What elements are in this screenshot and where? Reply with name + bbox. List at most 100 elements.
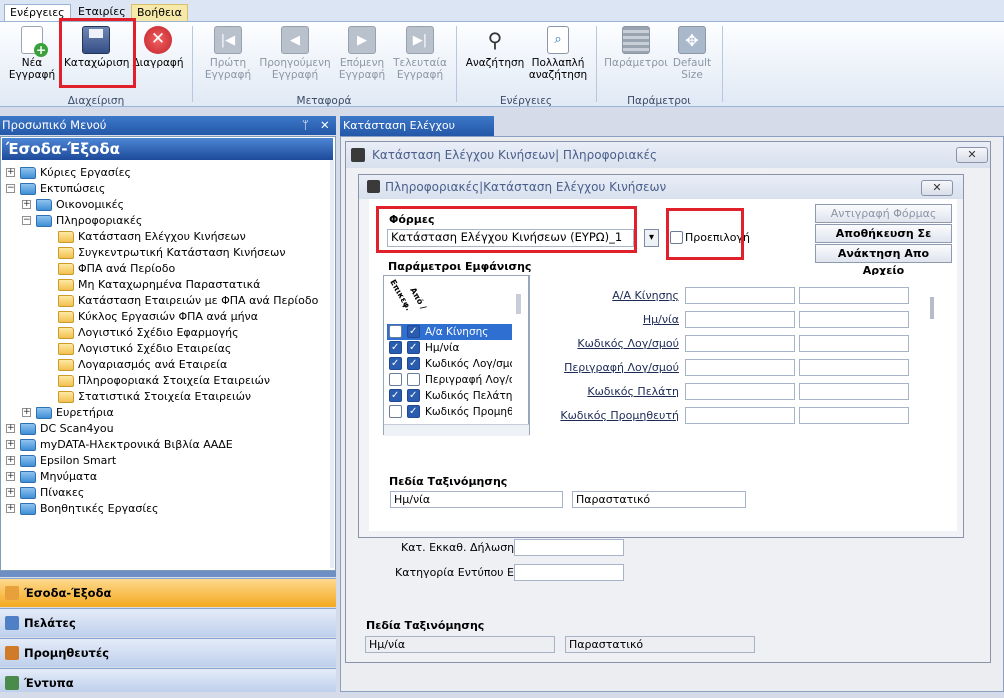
folder-icon (20, 439, 36, 451)
next-record-button[interactable]: ▶ Επόμενη Εγγραφή (334, 26, 390, 81)
tree-item[interactable]: Λογαριασμός ανά Εταιρεία (0, 357, 330, 373)
filter-from-input[interactable] (685, 287, 795, 304)
tab-help[interactable]: Βοήθεια (131, 4, 188, 22)
grid-hscrollbar[interactable] (384, 424, 530, 436)
tree-item[interactable]: Λογιστικό Σχέδιο Εταιρείας (0, 341, 330, 357)
tree-item-label: Οικονομικές (56, 198, 125, 211)
nav-customers[interactable]: Πελάτες (0, 608, 336, 637)
tree-scrollbar[interactable] (330, 160, 334, 568)
tree-item[interactable]: Στατιστικά Στοιχεία Εταιρειών (0, 389, 330, 405)
expand-icon[interactable]: + (22, 200, 31, 209)
from-checkbox[interactable] (407, 341, 420, 354)
filter-to-input[interactable] (799, 383, 909, 400)
expand-icon[interactable]: + (6, 424, 15, 433)
search-button[interactable]: ⚲ Αναζήτηση (464, 26, 526, 69)
tree-item[interactable]: Κατάσταση Ελέγχου Κινήσεων (0, 229, 330, 245)
title-checkbox[interactable] (389, 389, 402, 402)
new-record-button[interactable]: + Νέα Εγγραφή (4, 26, 60, 81)
inner-sort-field-2[interactable]: Παραστατικό (572, 491, 746, 508)
tree-item[interactable]: − Εκτυπώσεις (0, 181, 330, 197)
from-checkbox[interactable] (407, 389, 420, 402)
filter-scrollbar[interactable] (930, 297, 934, 319)
tree-item[interactable]: + Μηνύματα (0, 469, 330, 485)
expand-icon[interactable]: + (6, 456, 15, 465)
title-checkbox[interactable] (389, 357, 402, 370)
collapse-icon[interactable]: − (6, 184, 15, 193)
nav-income-expenses[interactable]: Έσοδα-Έξοδα (0, 578, 336, 607)
previous-record-button[interactable]: ◀ Προηγούμενη Εγγραφή (258, 26, 332, 81)
grid-row[interactable]: Ημ/νία (387, 340, 512, 356)
expand-icon[interactable]: + (6, 472, 15, 481)
copy-form-button[interactable]: Αντιγραφή Φόρμας (815, 204, 952, 223)
multi-search-button[interactable]: ⌕ Πολλαπλή αναζήτηση (528, 26, 588, 81)
close-icon[interactable]: ✕ (320, 116, 330, 135)
title-checkbox[interactable] (389, 325, 402, 338)
tree-item[interactable]: + Βοηθητικές Εργασίες (0, 501, 330, 517)
from-checkbox[interactable] (407, 405, 420, 418)
expand-icon[interactable]: + (22, 408, 31, 417)
expand-icon[interactable]: + (6, 440, 15, 449)
tree-item[interactable]: Κατάσταση Εταιρειών με ΦΠΑ ανά Περίοδο (0, 293, 330, 309)
expand-icon[interactable]: + (6, 504, 15, 513)
expand-icon[interactable]: + (6, 488, 15, 497)
tree-item[interactable]: + Οικονομικές (0, 197, 330, 213)
tree-item[interactable]: + myDATA-Ηλεκτρονικά Βιβλία ΑΑΔΕ (0, 437, 330, 453)
filter-to-input[interactable] (799, 407, 909, 424)
decl-category-input[interactable] (514, 539, 624, 556)
grid-row[interactable]: Κωδικός Πελάτη (387, 388, 512, 404)
title-checkbox[interactable] (389, 373, 402, 386)
tree-item[interactable]: + Κύριες Εργασίες (0, 165, 330, 181)
outer-sort-field-2[interactable]: Παραστατικό (565, 636, 755, 653)
tree-item[interactable]: Μη Καταχωρημένα Παραστατικά (0, 277, 330, 293)
title-checkbox[interactable] (389, 405, 402, 418)
first-record-button[interactable]: |◀ Πρώτη Εγγραφή (199, 26, 257, 81)
collapse-icon[interactable]: − (22, 216, 31, 225)
filter-to-input[interactable] (799, 287, 909, 304)
inner-sort-field-1[interactable]: Ημ/νία (390, 491, 563, 508)
filter-from-input[interactable] (685, 407, 795, 424)
filter-to-input[interactable] (799, 335, 909, 352)
tree-item[interactable]: ΦΠΑ ανά Περίοδο (0, 261, 330, 277)
grid-row[interactable]: Α/α Κίνησης (387, 324, 512, 340)
nav-suppliers[interactable]: Προμηθευτές (0, 638, 336, 667)
tree-item[interactable]: Πληροφοριακά Στοιχεία Εταιρειών (0, 373, 330, 389)
tree-item[interactable]: + DC Scan4you (0, 421, 330, 437)
filter-from-input[interactable] (685, 383, 795, 400)
from-checkbox[interactable] (407, 357, 420, 370)
filter-to-input[interactable] (799, 311, 909, 328)
outer-sort-field-1[interactable]: Ημ/νία (365, 636, 555, 653)
tree-item[interactable]: + Epsilon Smart (0, 453, 330, 469)
load-from-file-button[interactable]: Ανάκτηση Απο Αρχείο (815, 244, 952, 277)
title-checkbox[interactable] (389, 341, 402, 354)
nav-forms[interactable]: Έντυπα (0, 668, 336, 692)
tree-item[interactable]: Συγκεντρωτική Κατάσταση Κινήσεων (0, 245, 330, 261)
e3-category-input[interactable] (514, 564, 624, 581)
tree-item[interactable]: − Πληροφοριακές (0, 213, 330, 229)
save-to-file-button[interactable]: Αποθήκευση Σε Αρχείο (815, 224, 952, 257)
filter-from-input[interactable] (685, 335, 795, 352)
grid-row[interactable]: Κωδικός Λογ/σμού (387, 356, 512, 372)
grid-scrollbar[interactable] (516, 294, 521, 314)
default-size-button[interactable]: ✥ Default Size (668, 26, 716, 81)
tree-item[interactable]: Κύκλος Εργασιών ΦΠΑ ανά μήνα (0, 309, 330, 325)
from-checkbox[interactable] (407, 325, 420, 338)
panel-splitter[interactable] (0, 571, 336, 577)
pin-icon[interactable]: ᛘ (302, 116, 309, 135)
tree-item[interactable]: + Πίνακες (0, 485, 330, 501)
filter-from-input[interactable] (685, 311, 795, 328)
chevron-down-icon[interactable]: ▾ (644, 229, 659, 247)
grid-row[interactable]: Περιγραφή Λογ/σμού (387, 372, 512, 388)
inner-close-button[interactable]: ✕ (921, 180, 953, 196)
last-record-button[interactable]: ▶| Τελευταία Εγγραφή (392, 26, 448, 81)
delete-button[interactable]: ✕ Διαγραφή (130, 26, 186, 69)
filter-to-input[interactable] (799, 359, 909, 376)
from-checkbox[interactable] (407, 373, 420, 386)
grid-row[interactable]: Κωδικός Προμηθευτή (387, 404, 512, 420)
tree-item[interactable]: Λογιστικό Σχέδιο Εφαρμογής (0, 325, 330, 341)
tree-item[interactable]: + Ευρετήρια (0, 405, 330, 421)
document-tab[interactable]: Κατάσταση Ελέγχου Κινήσεων (340, 116, 494, 152)
filter-from-input[interactable] (685, 359, 795, 376)
expand-icon[interactable]: + (6, 168, 15, 177)
outer-close-button[interactable]: ✕ (956, 147, 988, 163)
parameters-button[interactable]: Παράμετροι (604, 26, 668, 69)
